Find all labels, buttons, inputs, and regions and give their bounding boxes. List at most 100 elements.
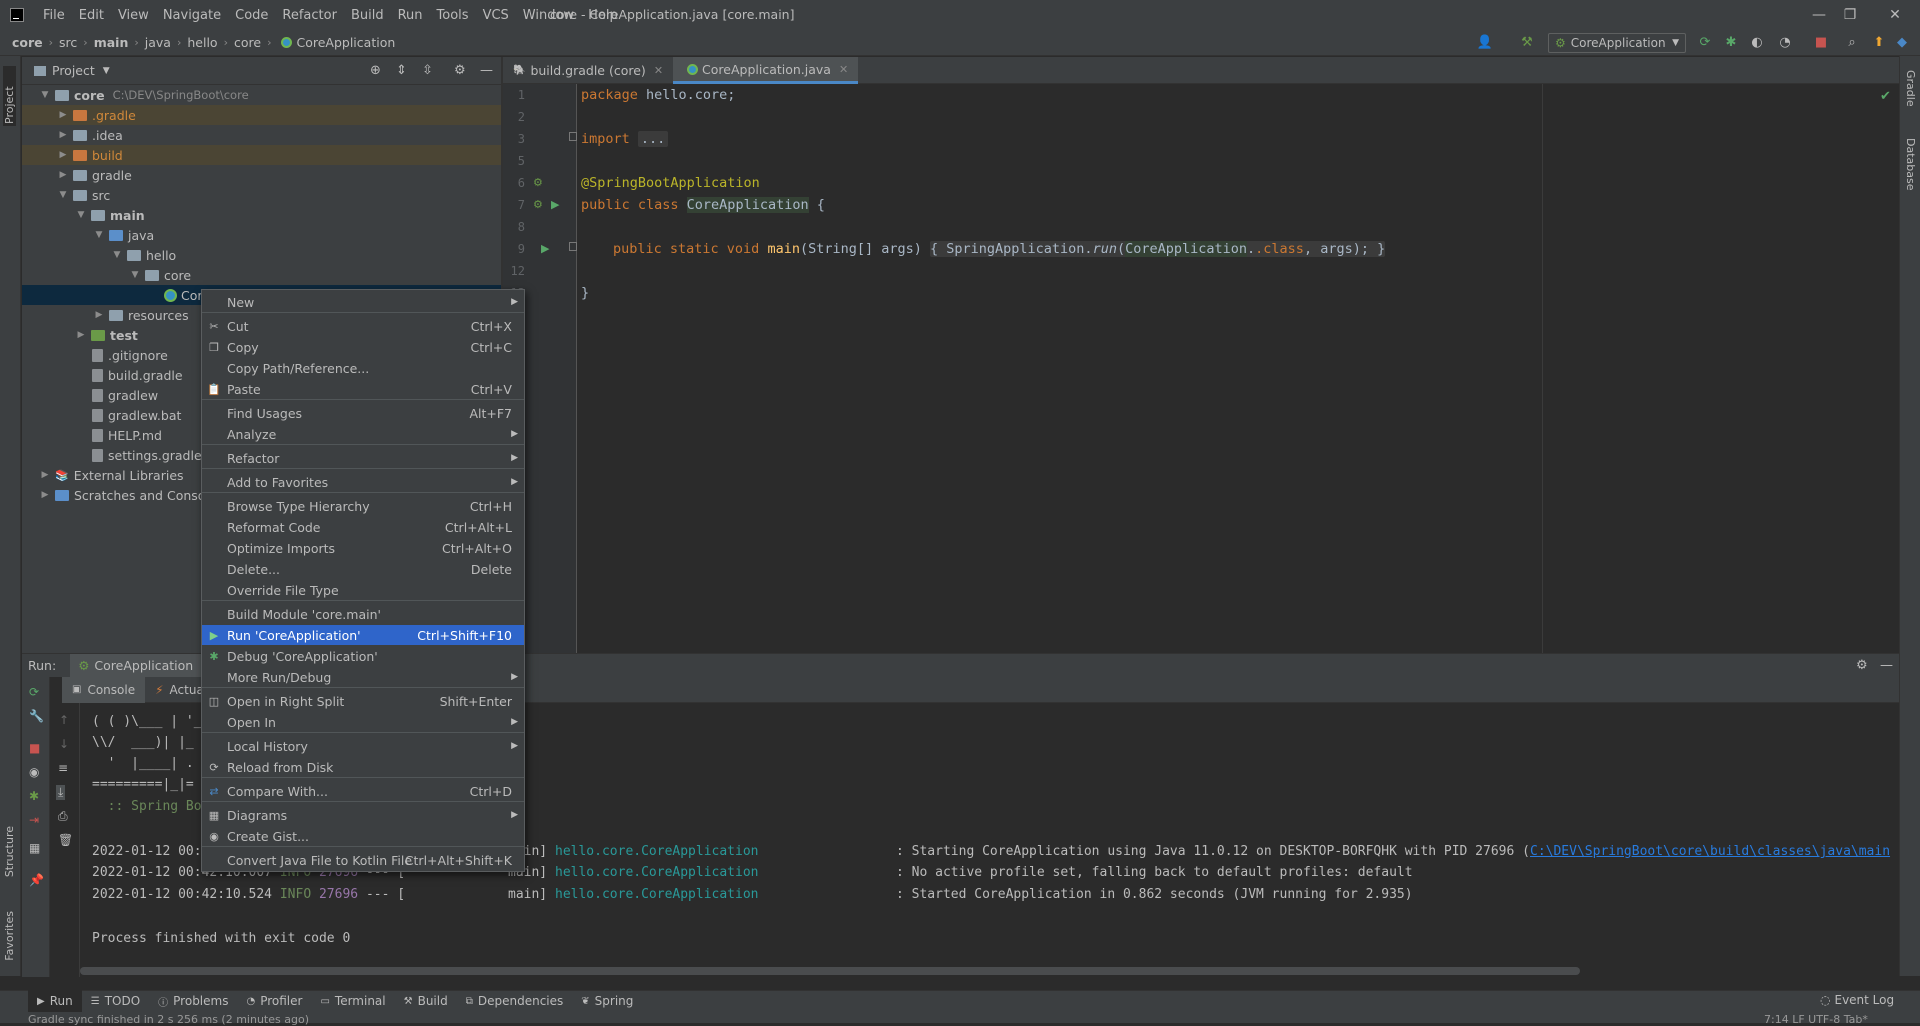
context-menu-item[interactable]: Reformat Code Ctrl+Alt+L [202, 517, 524, 537]
gear-icon[interactable]: ⚙ [454, 63, 466, 78]
fold-icon[interactable] [569, 132, 577, 141]
tool-tab-favorites[interactable]: Favorites [3, 911, 16, 961]
menu-code[interactable]: Code [228, 8, 275, 23]
breadcrumb-item[interactable]: core [12, 35, 43, 50]
tree-item[interactable]: ▼ java [22, 225, 501, 245]
bottom-tab-dependencies[interactable]: ⧉ Dependencies [457, 990, 573, 1012]
context-menu-item[interactable]: ⇄ Compare With... Ctrl+D [202, 781, 524, 801]
chevron-down-icon[interactable]: ▼ [110, 250, 124, 260]
breadcrumb-item[interactable]: src [59, 35, 77, 50]
chevron-down-icon[interactable]: ▼ [74, 210, 88, 220]
chevron-right-icon[interactable]: ▶ [74, 330, 88, 340]
stop-icon[interactable]: ■ [29, 741, 40, 755]
rerun-icon[interactable]: ⟳ [1696, 34, 1714, 52]
menu-build[interactable]: Build [344, 8, 391, 23]
tool-tab-project[interactable]: Project [3, 66, 16, 126]
context-menu-item[interactable]: Local History ▶ [202, 736, 524, 756]
chevron-right-icon[interactable]: ▶ [92, 310, 106, 320]
context-menu-item[interactable]: Delete... Delete [202, 559, 524, 579]
profiler-icon[interactable]: ◔ [1776, 34, 1794, 52]
menu-tools[interactable]: Tools [430, 8, 476, 23]
tool-tab-structure[interactable]: Structure [3, 826, 16, 877]
toolbox-icon[interactable]: ◆ [1893, 34, 1911, 52]
exit-icon[interactable]: ⇥ [29, 813, 39, 827]
context-menu-item[interactable]: Refactor ▶ [202, 448, 524, 468]
breadcrumb-item[interactable]: java [145, 35, 171, 50]
tree-item[interactable]: ▼ src [22, 185, 501, 205]
context-menu-item[interactable]: More Run/Debug ▶ [202, 667, 524, 687]
collapse-all-icon[interactable]: ⇳ [422, 63, 433, 78]
coverage-icon[interactable]: ◐ [1748, 34, 1766, 52]
trash-icon[interactable]: 🗑 [58, 833, 73, 847]
menu-refactor[interactable]: Refactor [275, 8, 344, 23]
context-menu-item[interactable]: ▦ Diagrams ▶ [202, 805, 524, 825]
up-arrow-icon[interactable]: ↑ [59, 713, 69, 727]
tree-item[interactable]: ▶ .gradle [22, 105, 501, 125]
bottom-tab-spring[interactable]: ❦ Spring [572, 990, 642, 1012]
breadcrumb-item[interactable]: core [234, 35, 261, 50]
context-menu-item[interactable]: New ▶ [202, 292, 524, 312]
chevron-right-icon[interactable]: ▶ [38, 470, 52, 480]
debug-icon[interactable]: ✱ [1722, 34, 1740, 52]
context-menu-item[interactable]: Build Module 'core.main' [202, 604, 524, 624]
rerun-icon[interactable]: ⟳ [29, 685, 39, 699]
bottom-tab-terminal[interactable]: ▭ Terminal [311, 990, 394, 1012]
fold-icon[interactable] [569, 242, 577, 251]
chevron-down-icon[interactable]: ▼ [103, 66, 110, 76]
context-menu-item[interactable]: Optimize Imports Ctrl+Alt+O [202, 538, 524, 558]
context-menu-item[interactable]: Browse Type Hierarchy Ctrl+H [202, 496, 524, 516]
context-menu-item[interactable]: Override File Type [202, 580, 524, 600]
run-tab[interactable]: ⚙ CoreApplication ✕ [70, 653, 219, 678]
project-panel-title[interactable]: Project [52, 63, 95, 78]
user-icon[interactable]: 👤 [1476, 34, 1494, 52]
menu-navigate[interactable]: Navigate [156, 8, 228, 23]
menu-edit[interactable]: Edit [72, 8, 111, 23]
chevron-right-icon[interactable]: ▶ [56, 150, 70, 160]
debug-icon[interactable]: ✱ [29, 789, 39, 803]
run-gutter-icon[interactable]: ▶ [541, 242, 549, 255]
breadcrumb-item[interactable]: hello [187, 35, 217, 50]
restore-icon[interactable]: ❐ [1839, 4, 1861, 26]
console-tab[interactable]: ▣ Console [62, 676, 146, 703]
event-log-tab[interactable]: ◌ Event Log [1820, 993, 1894, 1007]
context-menu-item[interactable]: Analyze ▶ [202, 424, 524, 444]
stop-icon[interactable]: ■ [1812, 34, 1830, 52]
chevron-down-icon[interactable]: ▼ [92, 230, 106, 240]
close-icon[interactable]: ✕ [839, 63, 848, 76]
update-icon[interactable]: ⬆ [1870, 34, 1888, 52]
context-menu-item[interactable]: Convert Java File to Kotlin File Ctrl+Alt… [202, 850, 524, 870]
bottom-tab-build[interactable]: ⚒ Build [395, 990, 457, 1012]
menu-vcs[interactable]: VCS [476, 8, 516, 23]
menu-file[interactable]: File [36, 8, 72, 23]
wrench-icon[interactable]: 🔧 [29, 709, 44, 723]
breadcrumb-item[interactable]: CoreApplication [277, 35, 395, 50]
tool-tab-database[interactable]: Database [1904, 138, 1917, 191]
class-path-link[interactable]: C:\DEV\SpringBoot\core\build\classes\jav… [1530, 843, 1890, 861]
context-menu-item[interactable]: Add to Favorites ▶ [202, 472, 524, 492]
context-menu-item[interactable]: ✂ Cut Ctrl+X [202, 316, 524, 336]
build-hammer-icon[interactable]: ⚒ [1518, 34, 1536, 52]
spring-bean-icon[interactable]: ⚙ [533, 176, 543, 189]
bottom-tab-run[interactable]: ▶ Run [28, 990, 82, 1012]
camera-icon[interactable]: ◉ [29, 765, 39, 779]
pin-icon[interactable]: 📌 [29, 873, 44, 887]
context-menu-item[interactable]: ◉ Create Gist... [202, 826, 524, 846]
context-menu-item[interactable]: 📋 Paste Ctrl+V [202, 379, 524, 399]
close-icon[interactable]: ✕ [654, 64, 663, 77]
gear-icon[interactable]: ⚙ [1856, 658, 1868, 673]
tree-item[interactable]: ▼ core [22, 265, 501, 285]
code-editor[interactable]: package hello.core; import ... @SpringBo… [577, 84, 1899, 653]
editor-tab[interactable]: 🐘 build.gradle (core) ✕ [503, 57, 673, 84]
editor-tab[interactable]: CoreApplication.java ✕ [673, 57, 859, 84]
hide-panel-icon[interactable]: — [480, 63, 493, 78]
bottom-tab-profiler[interactable]: ◔ Profiler [237, 990, 311, 1012]
tree-item[interactable]: ▶ .idea [22, 125, 501, 145]
tool-tab-gradle[interactable]: Gradle [1904, 70, 1917, 107]
breadcrumb-item[interactable]: main [94, 35, 129, 50]
expand-all-icon[interactable]: ⇕ [396, 63, 407, 78]
chevron-right-icon[interactable]: ▶ [38, 490, 52, 500]
tree-item[interactable]: ▼ core C:\DEV\SpringBoot\core [22, 85, 501, 105]
menu-run[interactable]: Run [391, 8, 430, 23]
run-configuration-select[interactable]: ⚙ CoreApplication ▼ [1548, 33, 1686, 53]
context-menu-item[interactable]: Open In ▶ [202, 712, 524, 732]
